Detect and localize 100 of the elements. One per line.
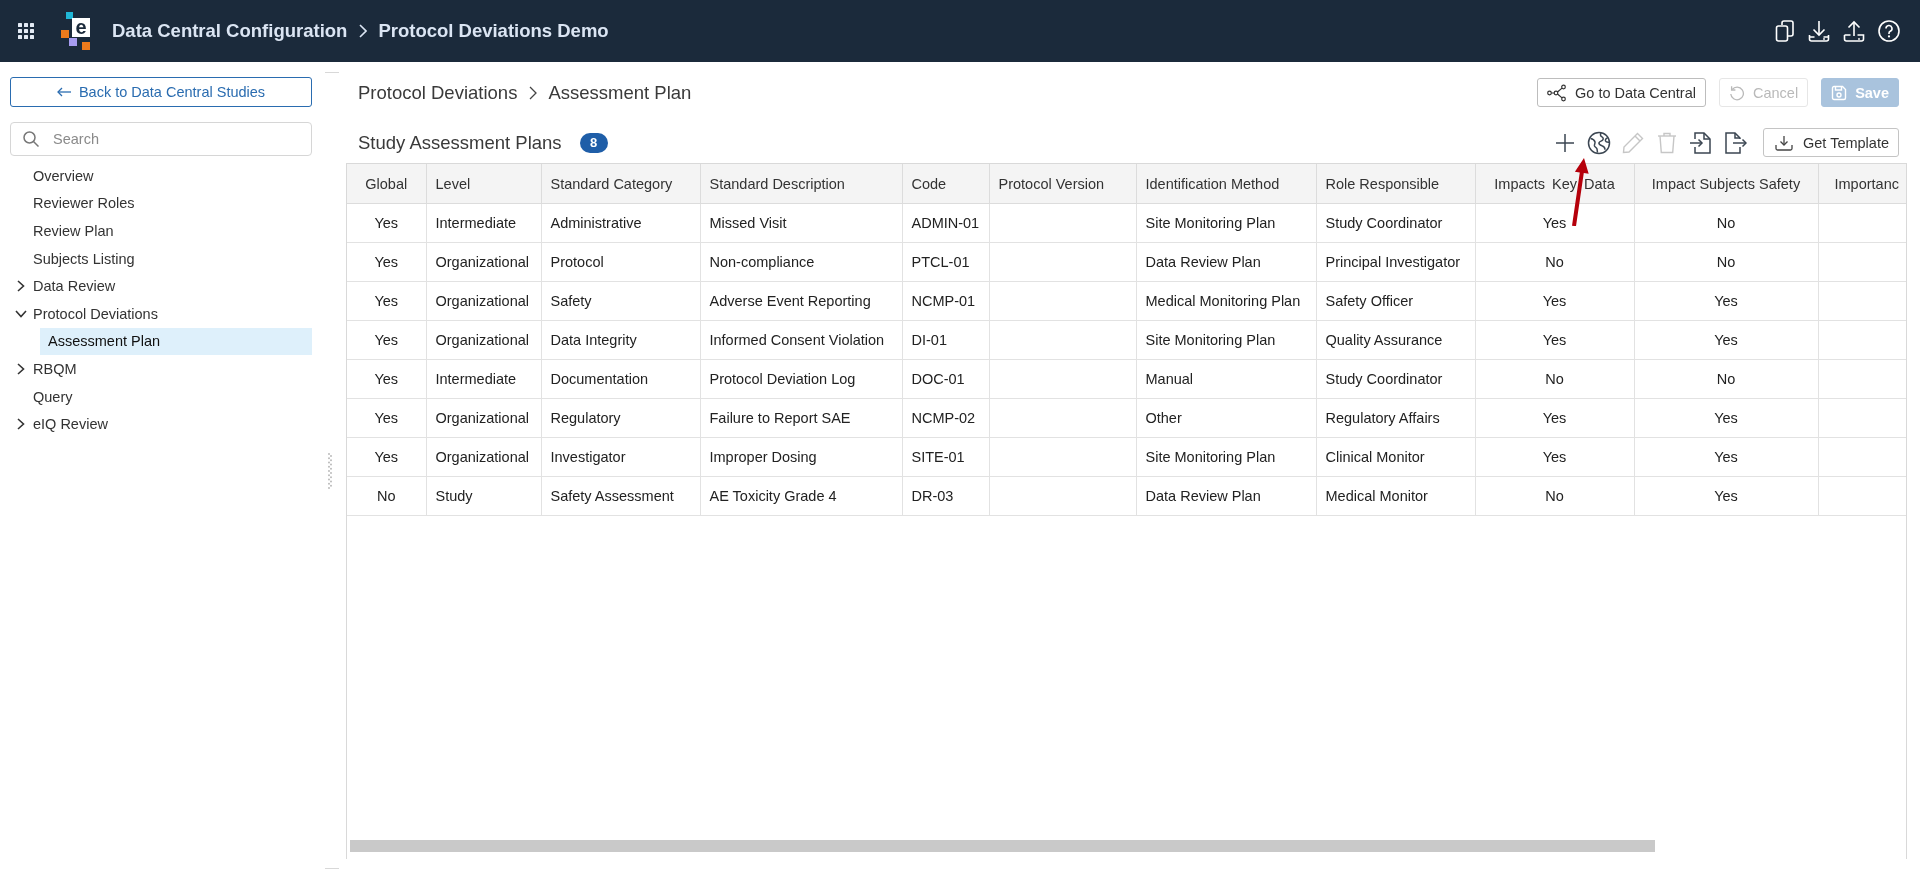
chevron-right-icon[interactable] [17,418,25,431]
table-cell: No [1634,242,1818,282]
table-cell: Documentation [541,359,700,399]
sidebar-item[interactable]: Query [10,382,312,411]
sidebar-item[interactable]: Data Review [10,272,312,300]
table-cell: Data Integrity [541,320,700,360]
sidebar-item[interactable]: Protocol Deviations [10,299,312,328]
table-cell: No [1634,359,1818,399]
column-header[interactable]: Importanc [1818,164,1906,204]
table-cell: Yes [1475,437,1634,477]
table-cell: Yes [1634,398,1818,438]
column-header[interactable]: Code [902,164,989,204]
column-header[interactable]: Protocol Version [989,164,1136,204]
table-cell: Quality Assurance [1316,320,1475,360]
table-cell: Failure to Report SAE [700,398,902,438]
search-icon [23,131,39,147]
table-cell: Yes [1475,398,1634,438]
search-field[interactable]: Search [10,122,312,156]
table-cell: Regulatory [541,398,700,438]
import-icon[interactable] [1689,130,1713,155]
sidebar-item[interactable]: Review Plan [10,217,312,245]
column-header[interactable]: Standard Description [700,164,902,204]
count-badge: 8 [579,132,608,153]
sidebar-item[interactable]: RBQM [10,355,312,383]
column-header[interactable]: Impacts Key Data [1475,164,1634,204]
table-cell: Non-compliance [700,242,902,282]
resize-grip-icon[interactable] [328,452,332,489]
table-cell: No [1475,242,1634,282]
table-cell: Yes [1475,281,1634,321]
section-title: Study Assessment Plans [358,131,562,154]
table-cell: Adverse Event Reporting [700,281,902,321]
table-cell: Yes [1634,476,1818,516]
data-central-button[interactable]: Go to Data Central [1537,78,1706,107]
network-icon [1547,83,1568,102]
table-cell: Safety [541,281,700,321]
column-header[interactable]: Level [426,164,541,204]
table-cell: Medical Monitor [1316,476,1475,516]
table-cell: Protocol [541,242,700,282]
table-cell: SITE-01 [902,437,989,477]
table-cell: Manual [1136,359,1316,399]
arrow-left-icon [56,87,71,97]
get-template-button[interactable]: Get Template [1763,128,1899,157]
column-header[interactable]: Impact Subjects Safety [1634,164,1818,204]
column-header[interactable]: Standard Category [541,164,700,204]
table-cell: AE Toxicity Grade 4 [700,476,902,516]
globe-icon[interactable] [1587,130,1611,155]
table-cell: Intermediate [426,359,541,399]
table-cell: Data Review Plan [1136,242,1316,282]
table-cell: Yes [347,359,426,399]
copy-icon[interactable] [1775,20,1795,42]
table-cell: ADMIN-01 [902,203,989,243]
chevron-right-icon [529,85,538,100]
table-cell: Site Monitoring Plan [1136,203,1316,243]
back-button[interactable]: Back to Data Central Studies [10,77,312,107]
sidebar-item[interactable]: Overview [10,162,312,190]
app-logo: e [61,12,90,50]
table-cell: No [1475,476,1634,516]
breadcrumb-current: Assessment Plan [548,81,692,104]
table-cell: Other [1136,398,1316,438]
table-cell: Yes [347,320,426,360]
table-cell: Study Coordinator [1316,359,1475,399]
scrollbar-thumb[interactable] [350,840,1655,852]
sidebar-item[interactable]: Subjects Listing [10,244,312,273]
table-cell: No [1634,203,1818,243]
chevron-right-icon[interactable] [17,362,25,375]
sidebar-item[interactable]: eIQ Review [10,410,312,438]
table-cell: Protocol Deviation Log [700,359,902,399]
sidebar-item[interactable]: Assessment Plan [40,327,312,356]
table-cell: Yes [347,203,426,243]
upload-icon[interactable] [1843,20,1865,42]
undo-icon [1729,84,1745,101]
sidebar-item[interactable]: Reviewer Roles [10,189,312,218]
chevron-right-icon[interactable] [17,280,25,293]
download-icon[interactable] [1808,20,1830,42]
chevron-right-icon [359,24,368,38]
breadcrumb-link[interactable]: Protocol Deviations [358,81,518,104]
app-launcher-icon[interactable] [18,23,34,39]
table-cell: DR-03 [902,476,989,516]
column-header[interactable]: Global [347,164,426,204]
column-header[interactable]: Role Responsible [1316,164,1475,204]
column-header[interactable]: Identification Method [1136,164,1316,204]
table-cell: Yes [1634,437,1818,477]
table-cell: PTCL-01 [902,242,989,282]
table-cell: DOC-01 [902,359,989,399]
table-cell: Intermediate [426,203,541,243]
table-cell: Organizational [426,320,541,360]
table-cell: DI-01 [902,320,989,360]
table-cell: NCMP-02 [902,398,989,438]
download-icon [1775,134,1793,151]
table-cell: Yes [1634,281,1818,321]
help-icon[interactable] [1878,20,1900,42]
table-cell: Informed Consent Violation [700,320,902,360]
table-cell: Site Monitoring Plan [1136,437,1316,477]
table-cell: Organizational [426,242,541,282]
export-icon[interactable] [1723,130,1747,155]
table-cell: Organizational [426,437,541,477]
table-cell: Principal Investigator [1316,242,1475,282]
table-cell: Medical Monitoring Plan [1136,281,1316,321]
app-title[interactable]: Data Central Configuration [112,20,348,42]
chevron-down-icon[interactable] [15,309,27,318]
